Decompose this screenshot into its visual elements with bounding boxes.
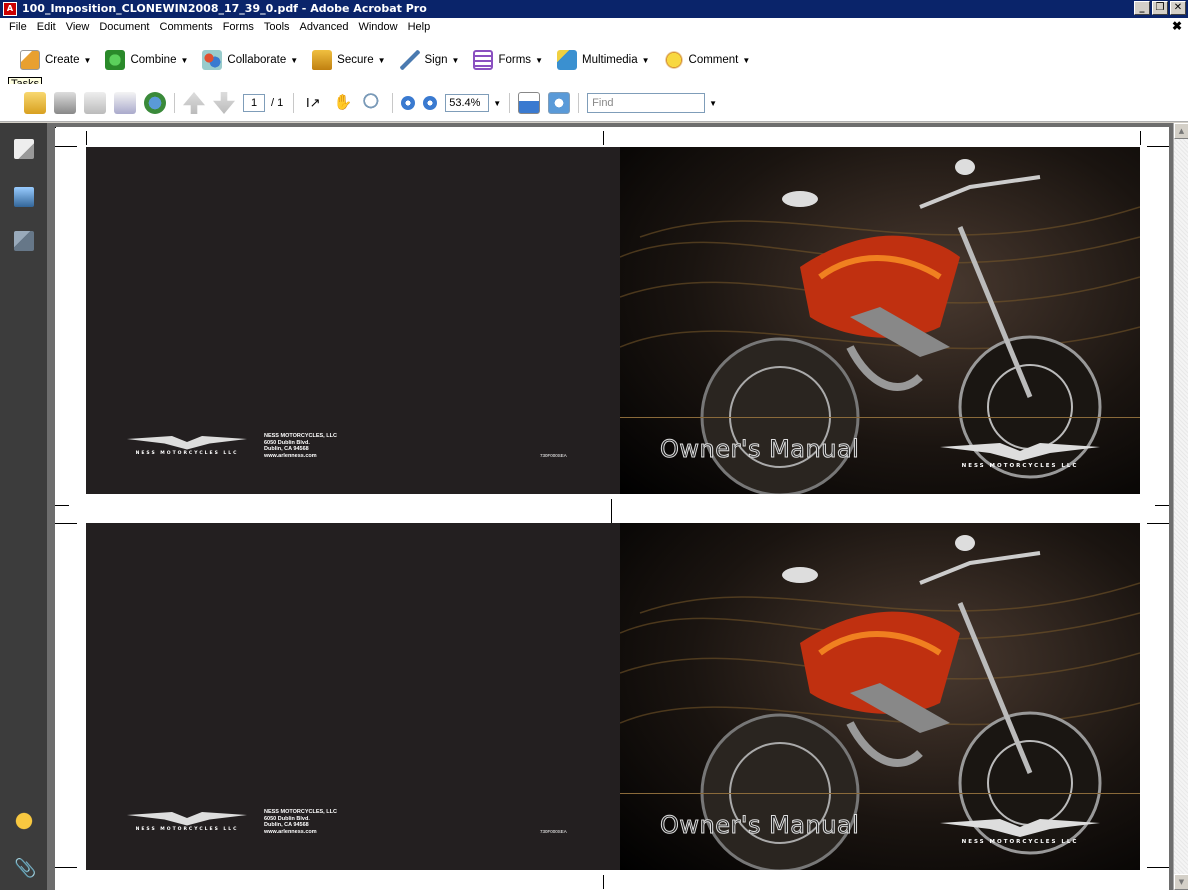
bookmarks-icon[interactable] <box>14 187 34 207</box>
multimedia-icon <box>556 50 577 70</box>
collaborate-label: Collaborate <box>227 54 287 66</box>
ness-logo: NESS MOTORCYCLES LLC <box>940 439 1100 469</box>
zoom-in-icon[interactable] <box>423 96 438 110</box>
navigation-toolbar: 1 / 1 I↗ ✋ 53.4% ▼ Find ▼ <box>0 84 1188 122</box>
minimize-button[interactable]: _ <box>1134 1 1150 15</box>
window-title: 100_Imposition_CLONEWIN2008_17_39_0.pdf … <box>22 2 427 15</box>
select-tool-icon[interactable]: I↗ <box>302 92 324 114</box>
navigation-pane: 📎 <box>0 123 47 890</box>
full-screen-icon[interactable] <box>548 92 571 114</box>
pdf-page: Owner's Manual NESS MOTORCYCLES LLC NESS… <box>55 127 1169 890</box>
menu-comments[interactable]: Comments <box>155 21 218 33</box>
print-icon[interactable] <box>54 92 76 114</box>
find-input[interactable]: Find <box>587 93 706 113</box>
company-address: NESS MOTORCYCLES, LLC 6050 Dublin Blvd. … <box>264 433 337 459</box>
sign-label: Sign <box>424 54 448 66</box>
menu-view[interactable]: View <box>61 21 95 33</box>
previous-page-icon[interactable] <box>183 92 205 114</box>
comment-label: Comment <box>688 54 739 66</box>
manual-title: Owner's Manual <box>659 435 860 464</box>
menu-tools[interactable]: Tools <box>259 21 295 33</box>
logo-text: NESS MOTORCYCLES LLC <box>961 839 1079 845</box>
hand-tool-icon[interactable]: ✋ <box>332 92 354 114</box>
page-total: / 1 <box>271 97 284 109</box>
collaborate-button[interactable]: Collaborate ▼ <box>202 50 298 70</box>
menu-help[interactable]: Help <box>403 21 436 33</box>
create-button[interactable]: Create ▼ <box>20 50 91 70</box>
save-icon[interactable] <box>84 92 106 114</box>
create-icon <box>20 50 40 70</box>
restore-button[interactable]: ❒ <box>1152 1 1168 15</box>
forms-label: Forms <box>498 54 532 66</box>
marquee-zoom-icon[interactable] <box>362 92 385 114</box>
cover-spread-bottom: Owner's Manual NESS MOTORCYCLES LLC NESS… <box>86 523 1140 870</box>
part-number: 730F000SEA <box>540 453 567 458</box>
comment-button[interactable]: Comment ▼ <box>663 50 750 70</box>
ness-logo: NESS MOTORCYCLES LLC <box>940 815 1100 845</box>
attachments-icon[interactable]: 📎 <box>14 859 36 879</box>
company-address: NESS MOTORCYCLES, LLC 6050 Dublin Blvd. … <box>264 809 337 835</box>
menu-advanced[interactable]: Advanced <box>295 21 354 33</box>
upload-icon[interactable] <box>144 92 166 114</box>
multimedia-button[interactable]: Multimedia ▼ <box>556 50 650 70</box>
cover-spread-top: Owner's Manual NESS MOTORCYCLES LLC NESS… <box>86 147 1140 494</box>
fit-page-icon[interactable] <box>518 92 541 114</box>
close-document-icon[interactable]: ✖ <box>1172 19 1182 33</box>
menu-edit[interactable]: Edit <box>32 21 61 33</box>
menu-window[interactable]: Window <box>353 21 402 33</box>
menu-document[interactable]: Document <box>94 21 154 33</box>
logo-text-back: NESS MOTORCYCLES LLC <box>135 451 239 456</box>
combine-label: Combine <box>130 54 177 66</box>
email-icon[interactable] <box>114 92 136 114</box>
close-button[interactable]: ✕ <box>1170 1 1186 15</box>
ness-logo-back: NESS MOTORCYCLES LLC <box>124 809 250 832</box>
manual-title: Owner's Manual <box>659 811 860 840</box>
vertical-scrollbar[interactable]: ▲ ▼ <box>1173 123 1188 890</box>
zoom-dropdown-icon[interactable]: ▼ <box>493 99 501 108</box>
collaborate-icon <box>202 50 223 70</box>
secure-label: Secure <box>337 54 374 66</box>
menu-bar: File Edit View Document Comments Forms T… <box>0 18 1188 36</box>
lock-icon <box>312 50 333 70</box>
secure-button[interactable]: Secure ▼ <box>312 50 386 70</box>
forms-icon <box>473 50 494 70</box>
page-number-input[interactable]: 1 <box>243 94 265 112</box>
ness-logo-back: NESS MOTORCYCLES LLC <box>124 433 250 456</box>
title-bar: A 100_Imposition_CLONEWIN2008_17_39_0.pd… <box>0 0 1188 18</box>
forms-button[interactable]: Forms ▼ <box>473 50 543 70</box>
find-dropdown-icon[interactable]: ▼ <box>709 99 717 108</box>
open-folder-icon[interactable] <box>24 92 46 114</box>
zoom-level-input[interactable]: 53.4% <box>445 94 490 112</box>
menu-forms[interactable]: Forms <box>218 21 259 33</box>
logo-text: NESS MOTORCYCLES LLC <box>961 463 1079 469</box>
combine-icon <box>105 50 126 70</box>
cover-photo: Owner's Manual NESS MOTORCYCLES LLC <box>620 147 1140 494</box>
next-page-icon[interactable] <box>213 92 235 114</box>
cover-photo: Owner's Manual NESS MOTORCYCLES LLC <box>620 523 1140 870</box>
zoom-out-icon[interactable] <box>401 96 416 110</box>
tasks-toolbar: Create ▼ Combine ▼ Collaborate ▼ Secure ▼ Si… <box>0 36 1188 91</box>
comment-icon <box>663 50 684 70</box>
part-number: 730F000SEA <box>540 829 567 834</box>
scroll-down-icon[interactable]: ▼ <box>1174 874 1188 890</box>
sign-button[interactable]: Sign ▼ <box>399 50 459 70</box>
menu-file[interactable]: File <box>4 21 32 33</box>
combine-button[interactable]: Combine ▼ <box>105 50 188 70</box>
signatures-icon[interactable] <box>14 231 34 251</box>
pen-icon <box>399 50 420 70</box>
scroll-up-icon[interactable]: ▲ <box>1174 123 1188 139</box>
pdf-icon: A <box>3 2 17 16</box>
create-label: Create <box>45 54 80 66</box>
logo-text-back: NESS MOTORCYCLES LLC <box>135 827 239 832</box>
pages-icon[interactable] <box>14 139 34 159</box>
multimedia-label: Multimedia <box>581 54 638 66</box>
comments-panel-icon[interactable] <box>14 811 34 831</box>
document-area[interactable]: Owner's Manual NESS MOTORCYCLES LLC NESS… <box>47 123 1173 890</box>
